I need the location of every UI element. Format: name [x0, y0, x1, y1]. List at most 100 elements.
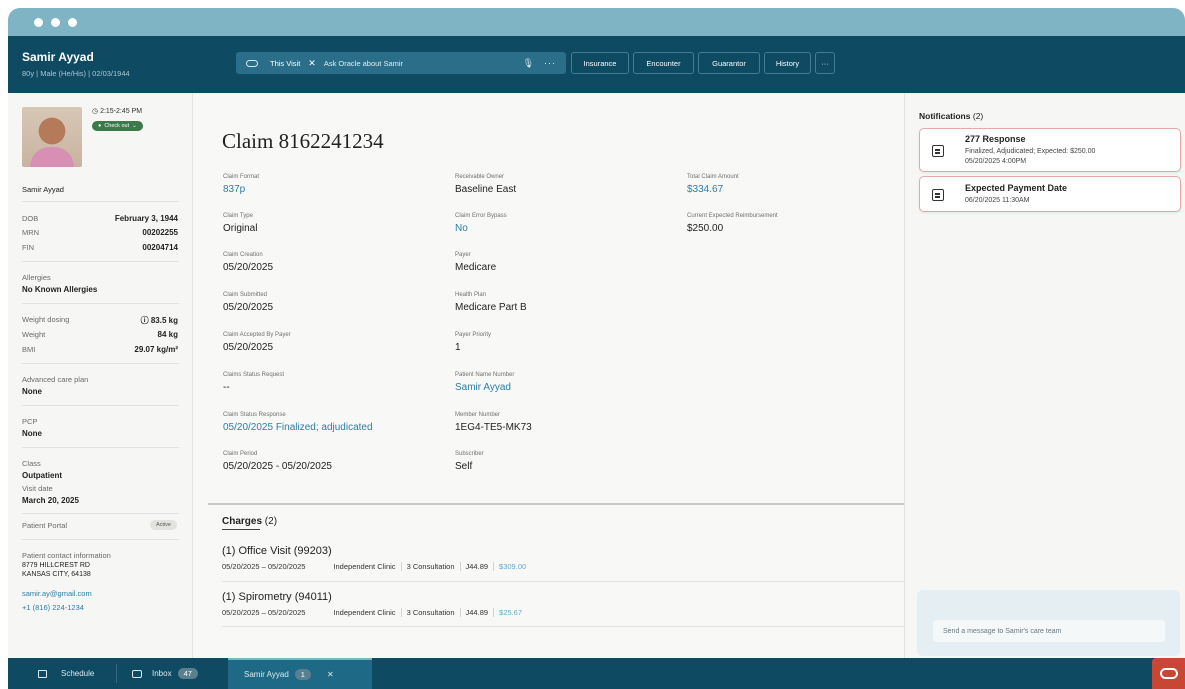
- acp-label: Advanced care plan: [22, 375, 89, 384]
- close-icon[interactable]: ✕: [308, 58, 316, 69]
- charge-1-details: 05/20/2025 – 05/20/2025 Independent Clin…: [222, 562, 527, 571]
- claims-status-request-value: --: [223, 382, 230, 393]
- visit-date-label: Visit date: [22, 484, 53, 493]
- claim-period-label: Claim Period: [223, 451, 258, 457]
- bmi-value: 29.07 kg/m²: [134, 345, 178, 354]
- claim-error-bypass-value[interactable]: No: [455, 223, 468, 234]
- visit-date-value: March 20, 2025: [22, 496, 79, 505]
- patient-sidebar: ◷ 2:15-2:45 PM ● Check out ⌄ Samir Ayyad…: [8, 93, 193, 658]
- claim-accepted-value: 05/20/2025: [223, 342, 274, 353]
- charge-1-name[interactable]: (1) Office Visit (99203): [222, 545, 332, 557]
- notification-expected-payment[interactable]: Expected Payment Date 06/20/2025 11:30AM: [919, 176, 1181, 212]
- inbox-tab[interactable]: Inbox 47: [132, 658, 198, 689]
- window-maximize-control[interactable]: [68, 17, 77, 27]
- window-titlebar: [8, 8, 1185, 36]
- notification-title: Expected Payment Date: [965, 183, 1068, 193]
- more-options-button[interactable]: ···: [815, 52, 835, 74]
- claim-error-bypass-label: Claim Error Bypass: [455, 213, 507, 219]
- charge-2-name[interactable]: (1) Spirometry (94011): [222, 591, 332, 603]
- inbox-count-badge: 47: [177, 668, 198, 679]
- payer-priority-label: Payer Priority: [455, 332, 492, 338]
- close-tab-icon[interactable]: ✕: [327, 670, 334, 679]
- acp-value: None: [22, 387, 42, 396]
- patient-portal-label: Patient Portal: [22, 521, 68, 530]
- context-chip-label: This Visit: [270, 58, 301, 68]
- microphone-icon[interactable]: 🎙: [523, 58, 534, 69]
- claim-format-value[interactable]: 837p: [223, 184, 245, 195]
- oracle-search-bar[interactable]: This Visit ✕ Ask Oracle about Samir 🎙 ··…: [236, 52, 566, 74]
- patient-name-number-value[interactable]: Samir Ayyad: [455, 382, 511, 393]
- receivable-owner-value: Baseline East: [455, 184, 517, 195]
- claim-creation-label: Claim Creation: [223, 252, 263, 258]
- check-out-badge[interactable]: ● Check out ⌄: [92, 121, 143, 131]
- claim-accepted-label: Claim Accepted By Payer: [223, 332, 291, 338]
- patient-header: Samir Ayyad 80y | Male (He/His) | 02/03/…: [8, 36, 1185, 93]
- payer-priority-value: 1: [455, 342, 461, 353]
- charge-1-amount[interactable]: $309.00: [499, 562, 526, 571]
- fin-label: FIN: [22, 243, 35, 252]
- patient-tab-count: 1: [294, 669, 311, 680]
- health-plan-label: Health Plan: [455, 292, 487, 298]
- pcp-label: PCP: [22, 417, 38, 426]
- weight-dosing-value: ⓘ 83.5 kg: [140, 316, 178, 325]
- dob-label: DOB: [22, 214, 39, 223]
- claim-format-label: Claim Format: [223, 174, 260, 180]
- class-label: Class: [22, 459, 41, 468]
- claim-status-response-value[interactable]: 05/20/2025 Finalized; adjudicated: [223, 422, 373, 433]
- guarantor-button[interactable]: Guarantor: [698, 52, 760, 74]
- more-icon[interactable]: ···: [544, 58, 556, 68]
- member-number-value: 1EG4-TE5-MK73: [455, 422, 532, 433]
- claim-status-response-label: Claim Status Response: [223, 412, 286, 418]
- email-link[interactable]: samir.ay@gmail.com: [22, 589, 92, 598]
- address-line-2: KANSAS CITY, 64138: [22, 571, 91, 578]
- weight-label: Weight: [22, 330, 46, 339]
- notification-277-response[interactable]: 277 Response Finalized, Adjudicated; Exp…: [919, 128, 1181, 172]
- ask-oracle-input[interactable]: Ask Oracle about Samir: [324, 59, 523, 68]
- total-claim-amount-value[interactable]: $334.67: [687, 184, 723, 195]
- claim-submitted-value: 05/20/2025: [223, 302, 274, 313]
- app-window: Samir Ayyad 80y | Male (He/His) | 02/03/…: [8, 8, 1185, 689]
- claim-details: Claim 8162241234 Claim Format 837p Claim…: [194, 93, 904, 658]
- pcp-value: None: [22, 429, 42, 438]
- subscriber-value: Self: [455, 461, 473, 472]
- dob-value: February 3, 1944: [114, 214, 178, 223]
- weight-value: 84 kg: [157, 330, 178, 339]
- window-minimize-control[interactable]: [51, 17, 60, 27]
- notification-timestamp: 06/20/2025 11:30AM: [965, 197, 1030, 204]
- notification-title: 277 Response: [965, 134, 1026, 144]
- inbox-icon: [132, 669, 142, 678]
- payer-value: Medicare: [455, 262, 497, 273]
- care-team-message-input[interactable]: Send a message to Samir's care team: [933, 620, 1165, 642]
- contact-info-label: Patient contact information: [22, 551, 111, 560]
- sidebar-patient-name: Samir Ayyad: [22, 185, 64, 194]
- claim-type-value: Original: [223, 223, 258, 234]
- phone-link[interactable]: +1 (816) 224-1234: [22, 603, 84, 612]
- class-value: Outpatient: [22, 471, 62, 480]
- patient-demographics: 80y | Male (He/His) | 02/03/1944: [22, 69, 130, 78]
- notification-detail: Finalized, Adjudicated; Expected: $250.0…: [965, 148, 1096, 155]
- oracle-logo-button[interactable]: [1152, 658, 1185, 689]
- calendar-icon: [932, 145, 944, 157]
- patient-tab-samir-ayyad[interactable]: Samir Ayyad 1 ✕: [228, 658, 372, 689]
- mrn-value: 00202255: [142, 228, 178, 237]
- schedule-tab[interactable]: Schedule: [38, 658, 94, 689]
- notifications-heading: Notifications (2): [919, 111, 984, 121]
- claim-submitted-label: Claim Submitted: [223, 292, 268, 298]
- bottom-taskbar: Schedule Inbox 47 Samir Ayyad 1 ✕: [8, 658, 1185, 689]
- insurance-button[interactable]: Insurance: [571, 52, 629, 74]
- charges-heading[interactable]: Charges (2): [222, 516, 277, 527]
- history-button[interactable]: History: [764, 52, 811, 74]
- receivable-owner-label: Receivable Owner: [455, 174, 505, 180]
- claim-title: Claim 8162241234: [222, 129, 384, 153]
- patient-name-number-label: Patient Name Number: [455, 372, 515, 378]
- window-close-control[interactable]: [34, 17, 43, 27]
- context-pill-icon: [246, 59, 258, 67]
- expected-reimbursement-label: Current Expected Reimbursement: [687, 213, 778, 219]
- address-line-1: 8779 HILLCREST RD: [22, 562, 90, 569]
- charge-2-amount[interactable]: $25.67: [499, 608, 522, 617]
- patient-name[interactable]: Samir Ayyad: [22, 50, 94, 64]
- encounter-button[interactable]: Encounter: [633, 52, 694, 74]
- calendar-icon: [38, 669, 47, 678]
- subscriber-label: Subscriber: [455, 451, 484, 457]
- payer-label: Payer: [455, 252, 471, 258]
